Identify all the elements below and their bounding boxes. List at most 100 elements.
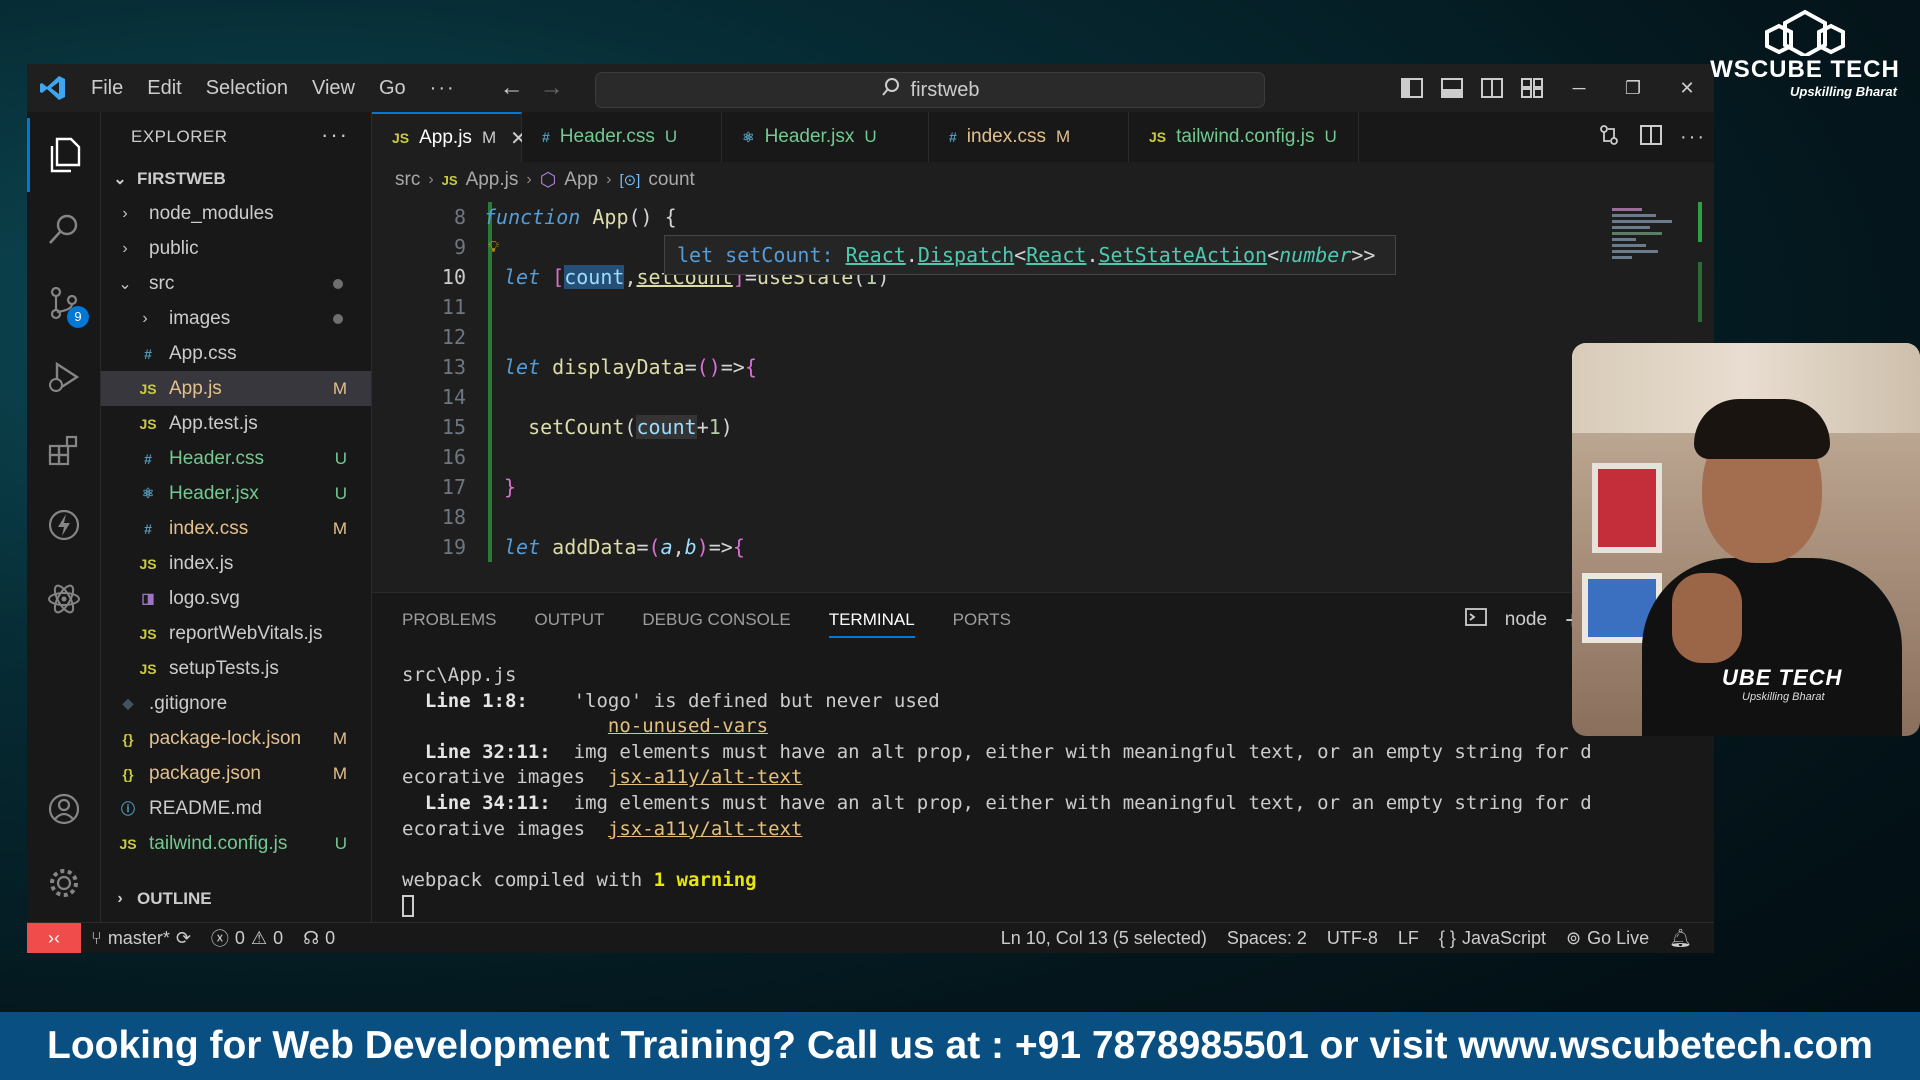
outline-section[interactable]: › OUTLINE [101,882,371,916]
file-item[interactable]: ⚛ Header.jsx U [101,476,371,511]
menu-file[interactable]: File [79,64,135,112]
source-control-icon[interactable]: 9 [27,266,101,340]
file-item[interactable]: ◨ logo.svg [101,581,371,616]
folder-item[interactable]: › images [101,301,371,336]
breadcrumb-symbol[interactable]: count [648,169,694,191]
explorer-icon[interactable] [27,118,101,192]
folder-item[interactable]: › public [101,231,371,266]
file-item[interactable]: {} package.json M [101,756,371,791]
forward-arrow-icon[interactable]: → [532,74,572,102]
more-actions-icon[interactable]: ··· [1672,126,1714,149]
file-item[interactable]: JS tailwind.config.js U [101,826,371,861]
git-branch[interactable]: ⑂ master* ⟳ [81,928,201,949]
minimize-icon[interactable]: ─ [1552,64,1606,112]
restore-icon[interactable]: ❐ [1606,64,1660,112]
editor-tab[interactable]: # Header.css U [522,112,722,162]
js-file-icon: JS [441,172,458,188]
tab-git-status: U [664,127,678,146]
hover-type-number: number [1279,243,1352,267]
terminal-shell-name[interactable]: node [1505,609,1547,631]
editor-tab[interactable]: JS App.js M ✕ [372,112,527,162]
folder-item[interactable]: ⌄ src [101,266,371,301]
command-center-search[interactable]: firstweb [595,72,1265,108]
panel-tab-output[interactable]: OUTPUT [534,610,604,630]
terminal-icon [1464,608,1487,632]
end-of-line[interactable]: LF [1388,928,1429,949]
panel-tab-terminal[interactable]: TERMINAL [828,610,915,638]
file-item[interactable]: # Header.css U [101,441,371,476]
brand-name: WSCUBE TECH [1710,56,1900,83]
menu-edit[interactable]: Edit [135,64,193,112]
minimap[interactable] [1606,202,1706,322]
toggle-secondary-sidebar-icon[interactable] [1472,64,1512,112]
status-bar: ›‹ ⑂ master* ⟳ ⓧ 0 ⚠ 0 ☊ 0 Ln 10, Col 13… [27,922,1714,953]
breadcrumb-folder[interactable]: src [395,169,420,191]
language-mode[interactable]: { } JavaScript [1429,928,1556,949]
line-number: 8 [453,205,466,229]
indentation[interactable]: Spaces: 2 [1217,928,1317,949]
explorer-more-icon[interactable]: ··· [321,122,349,148]
run-debug-icon[interactable] [27,340,101,414]
encoding[interactable]: UTF-8 [1317,928,1388,949]
settings-gear-icon[interactable] [27,846,101,920]
lightbulb-icon[interactable]: 💡︎ [488,237,499,257]
hover-type-namespace[interactable]: React [846,243,906,267]
file-item[interactable]: JS App.test.js [101,406,371,441]
file-item[interactable]: JS App.js M [101,371,371,406]
file-item[interactable]: # App.css [101,336,371,371]
tree-item-label: src [149,272,175,294]
terminal-line: src\App.js [402,663,1672,689]
menu-selection[interactable]: Selection [194,64,300,112]
react-devtools-icon[interactable] [27,562,101,636]
thunder-client-icon[interactable] [27,488,101,562]
file-item[interactable]: ◆ .gitignore [101,686,371,721]
notifications-bell-icon[interactable]: 🔔︎ [1659,928,1702,949]
toggle-panel-icon[interactable] [1432,64,1472,112]
file-item[interactable]: # index.css M [101,511,371,546]
hover-type-setstateaction[interactable]: SetStateAction [1098,243,1267,267]
file-item[interactable]: ⓘ README.md [101,791,371,826]
terminal-line [402,893,1672,919]
editor-tab[interactable]: ⚛ Header.jsx U [722,112,929,162]
remote-indicator-icon[interactable]: ›‹ [27,922,81,953]
breadcrumb-file[interactable]: App.js [466,169,519,191]
react-file-icon: ⚛ [141,485,155,501]
workspace-root[interactable]: ⌄ FIRSTWEB [101,162,371,196]
tree-item-label: tailwind.config.js [149,832,288,854]
file-item[interactable]: JS reportWebVitals.js [101,616,371,651]
git-branch-icon: ⑂ [91,927,102,948]
search-view-icon[interactable] [27,192,101,266]
file-item[interactable]: {} package-lock.json M [101,721,371,756]
menu-view[interactable]: View [300,64,367,112]
extensions-icon[interactable] [27,414,101,488]
eslint-rule-link[interactable]: jsx-a11y/alt-text [608,818,802,840]
panel-tab-debug-console[interactable]: DEBUG CONSOLE [642,610,790,630]
terminal-output[interactable]: src\App.js Line 1:8: 'logo' is defined b… [402,663,1672,919]
split-editor-icon[interactable] [1630,124,1672,150]
panel-tab-problems[interactable]: PROBLEMS [402,610,496,630]
problems-summary[interactable]: ⓧ 0 ⚠ 0 [201,925,293,951]
back-arrow-icon[interactable]: ← [492,74,532,102]
cursor-position[interactable]: Ln 10, Col 13 (5 selected) [991,928,1217,949]
breadcrumb-component[interactable]: App [564,169,598,191]
eslint-rule-link[interactable]: no-unused-vars [608,715,768,737]
account-icon[interactable] [27,772,101,846]
editor-tab[interactable]: JS tailwind.config.js U [1129,112,1359,162]
eslint-rule-link[interactable]: jsx-a11y/alt-text [608,766,802,788]
open-changes-icon[interactable] [1588,124,1630,151]
menu-go[interactable]: Go [367,64,418,112]
menu-more-icon[interactable]: ··· [418,64,468,112]
editor-tab[interactable]: # index.css M [929,112,1129,162]
tab-label: index.css [966,126,1046,147]
hover-type-namespace-2[interactable]: React [1026,243,1086,267]
panel-tab-ports[interactable]: PORTS [953,610,1011,630]
folder-item[interactable]: › node_modules [101,196,371,231]
file-item[interactable]: JS index.js [101,546,371,581]
hover-type-dispatch[interactable]: Dispatch [918,243,1014,267]
chevron-right-icon: › [428,171,434,188]
toggle-primary-sidebar-icon[interactable] [1392,64,1432,112]
customize-layout-icon[interactable] [1512,64,1552,112]
file-item[interactable]: JS setupTests.js [101,651,371,686]
go-live[interactable]: ⊚ Go Live [1556,928,1659,949]
ports-indicator[interactable]: ☊ 0 [293,928,345,949]
